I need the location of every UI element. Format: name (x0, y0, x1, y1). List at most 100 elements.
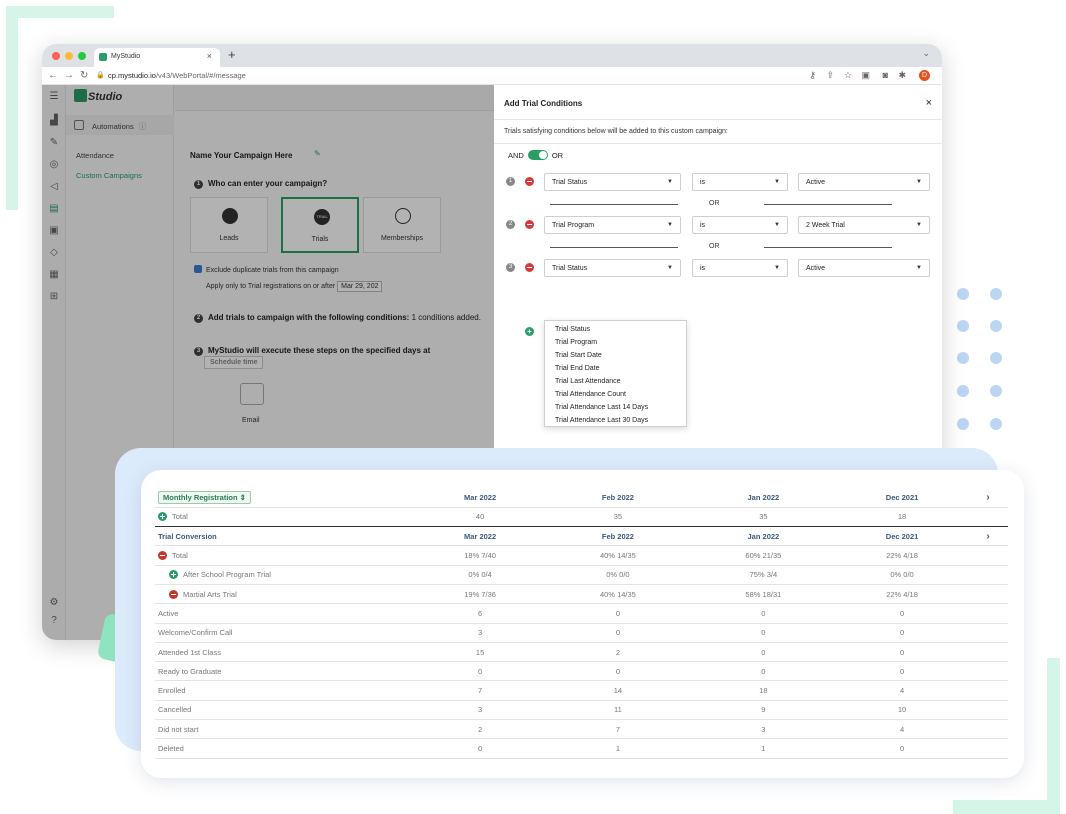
or-label: OR (551, 151, 564, 160)
minimize-window-button[interactable] (65, 52, 73, 60)
and-or-toggle[interactable] (527, 150, 548, 160)
spacer-cell (968, 738, 1008, 759)
add-condition-icon[interactable]: + (525, 327, 534, 336)
field-select-value: Trial Status (552, 179, 588, 186)
month-header: Dec 2021 (836, 488, 968, 508)
table-cell: 0 (545, 623, 691, 643)
decor-bracket-bottom (953, 800, 1060, 814)
table-cell: 0 (415, 661, 546, 682)
caret-down-icon: ▼ (916, 179, 922, 185)
table-cell: 0 (545, 603, 691, 624)
tab-close-icon[interactable]: × (207, 51, 212, 61)
field-dropdown-menu: Trial Status Trial Program Trial Start D… (544, 320, 687, 427)
spacer-cell (968, 623, 1008, 643)
value-select-value: 2 Week Trial (806, 222, 845, 229)
dropdown-option[interactable]: Trial End Date (555, 365, 599, 372)
camera-icon[interactable]: ◙ (883, 70, 888, 80)
value-select[interactable]: Active ▼ (798, 259, 930, 277)
table-cell: 4 (836, 680, 968, 701)
row-label: Total (155, 507, 415, 528)
metric-selector[interactable]: Monthly Registration ⇕ (158, 490, 251, 504)
extension-icon[interactable]: ▣ (861, 70, 870, 81)
operator-select[interactable]: is ▼ (692, 259, 788, 277)
field-select[interactable]: Trial Status ▼ (544, 259, 681, 277)
dropdown-option[interactable]: Trial Program (555, 339, 597, 346)
expand-plus-icon[interactable] (158, 512, 167, 522)
table-cell: 22% 4/18 (836, 584, 968, 605)
url-field[interactable]: cp.mystudio.io/v43/WebPortal/#/message (108, 71, 246, 80)
spacer-cell (968, 603, 1008, 624)
remove-condition-icon[interactable] (525, 220, 534, 229)
table-cell: 0 (836, 738, 968, 759)
field-select[interactable]: Trial Program ▼ (544, 216, 681, 234)
close-icon[interactable]: × (926, 97, 932, 109)
trial-report-table: Monthly Registration ⇕ Mar 2022 Feb 2022 Ja… (155, 488, 1008, 759)
row-label: Welcome/Confirm Call (155, 623, 415, 643)
table-cell: 0% 0/0 (836, 565, 968, 585)
table-cell: 0% 0/0 (545, 565, 691, 585)
dropdown-option[interactable]: Trial Status (555, 326, 590, 333)
dropdown-option[interactable]: Trial Attendance Last 14 Days (555, 404, 648, 411)
dropdown-option[interactable]: Trial Last Attendance (555, 378, 621, 385)
close-window-button[interactable] (52, 52, 60, 60)
remove-condition-icon[interactable] (525, 263, 534, 272)
url-host: cp.mystudio.io (108, 71, 156, 80)
next-page-chevron-icon[interactable]: › (968, 526, 1008, 547)
tab-search-chevron-icon[interactable]: ⌄ (922, 48, 930, 59)
decor-dot (957, 385, 969, 397)
divider (494, 143, 942, 144)
table-cell: 6 (415, 603, 546, 624)
expand-plus-icon[interactable] (169, 570, 178, 580)
table-cell: 18 (690, 680, 837, 701)
share-icon[interactable]: ⇪ (826, 70, 834, 81)
collapse-minus-icon[interactable] (158, 551, 167, 561)
forward-arrow-icon[interactable]: → (64, 70, 74, 81)
or-separator: OR (709, 243, 720, 250)
caret-down-icon: ▼ (774, 222, 780, 228)
dropdown-option[interactable]: Trial Attendance Last 30 Days (555, 417, 648, 424)
report-row-status: Enrolled 7 14 18 4 (155, 680, 1008, 701)
report-row-status: Cancelled 3 11 9 10 (155, 700, 1008, 721)
url-path: /v43/WebPortal/#/message (155, 71, 246, 80)
table-cell: 75% 3/4 (690, 565, 837, 585)
table-cell: 0% 0/4 (415, 565, 546, 585)
value-select[interactable]: 2 Week Trial ▼ (798, 216, 930, 234)
browser-tab[interactable]: MyStudio × (94, 48, 220, 67)
table-cell: 35 (545, 507, 691, 528)
month-header: Jan 2022 (690, 526, 837, 547)
table-cell: 11 (545, 700, 691, 721)
table-cell: 9 (690, 700, 837, 721)
bookmark-star-icon[interactable]: ☆ (844, 70, 852, 81)
next-page-chevron-icon[interactable]: › (968, 488, 1008, 508)
table-cell: 3 (415, 623, 546, 643)
maximize-window-button[interactable] (78, 52, 86, 60)
separator-line (764, 247, 892, 248)
collapse-minus-icon[interactable] (169, 589, 178, 599)
spacer-cell (968, 680, 1008, 701)
spacer-cell (968, 584, 1008, 605)
value-select[interactable]: Active ▼ (798, 173, 930, 191)
caret-down-icon: ▼ (774, 179, 780, 185)
key-icon[interactable]: ⚷ (809, 70, 816, 81)
operator-select[interactable]: is ▼ (692, 173, 788, 191)
reload-icon[interactable]: ↻ (80, 70, 88, 81)
section-title: Trial Conversion (155, 526, 415, 547)
remove-condition-icon[interactable] (525, 177, 534, 186)
report-header-conversion: Trial Conversion Mar 2022 Feb 2022 Jan 2022… (155, 526, 1008, 547)
table-cell: 7 (545, 719, 691, 740)
field-select[interactable]: Trial Status ▼ (544, 173, 681, 191)
back-arrow-icon[interactable]: ← (48, 70, 58, 81)
row-label: Cancelled (155, 700, 415, 721)
new-tab-button[interactable]: + (228, 47, 236, 62)
row-label: After School Program Trial (155, 565, 415, 585)
operator-select[interactable]: is ▼ (692, 216, 788, 234)
table-cell: 40% 14/35 (545, 545, 691, 566)
dropdown-option[interactable]: Trial Attendance Count (555, 391, 626, 398)
operator-select-value: is (700, 265, 706, 272)
profile-avatar[interactable]: D (919, 70, 930, 81)
month-header: Mar 2022 (415, 488, 546, 508)
tab-bar: MyStudio × + ⌄ (42, 44, 942, 67)
operator-select-value: is (700, 222, 706, 229)
dropdown-option[interactable]: Trial Start Date (555, 352, 602, 359)
puzzle-icon[interactable]: ✱ (898, 70, 906, 81)
